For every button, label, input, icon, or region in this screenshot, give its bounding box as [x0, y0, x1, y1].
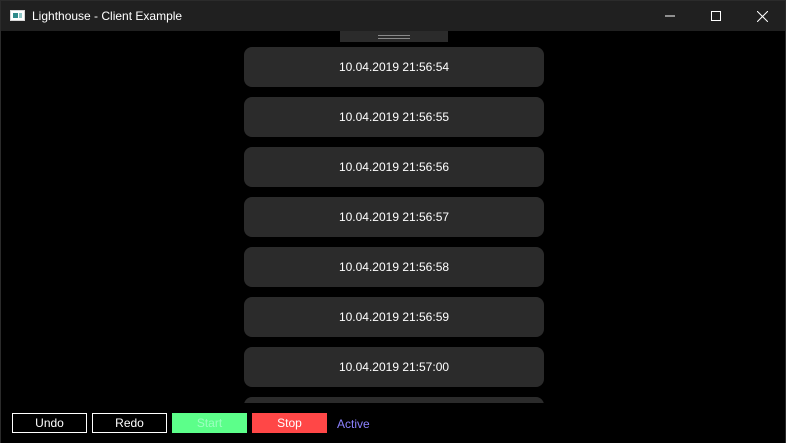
title-bar[interactable]: Lighthouse - Client Example [1, 1, 785, 31]
close-icon [756, 10, 768, 22]
list-item[interactable]: 10.04.2019 21:57:00 [244, 347, 544, 387]
minimize-icon [665, 15, 675, 17]
start-button[interactable]: Start [172, 413, 247, 433]
undo-button[interactable]: Undo [12, 413, 87, 433]
drag-handle-grip-line [378, 38, 410, 39]
stop-button[interactable]: Stop [252, 413, 327, 433]
list-item[interactable]: 10.04.2019 21:56:55 [244, 97, 544, 137]
maximize-icon [711, 11, 721, 21]
bottom-toolbar: Undo Redo Start Stop Active [1, 403, 785, 443]
list-item[interactable]: 10.04.2019 21:56:56 [244, 147, 544, 187]
app-window-icon [10, 10, 25, 21]
maximize-button[interactable] [693, 1, 739, 31]
app-window: Lighthouse - Client Example 10.04.2019 2… [0, 0, 786, 443]
redo-button[interactable]: Redo [92, 413, 167, 433]
timestamp-list[interactable]: 10.04.2019 21:56:54 10.04.2019 21:56:55 … [244, 47, 544, 403]
drag-handle-grip-line [378, 35, 410, 36]
status-label: Active [337, 417, 370, 431]
drag-handle[interactable] [340, 31, 448, 42]
list-item[interactable]: 10.04.2019 21:56:57 [244, 197, 544, 237]
list-item[interactable]: 10.04.2019 21:56:59 [244, 297, 544, 337]
content-area: 10.04.2019 21:56:54 10.04.2019 21:56:55 … [1, 31, 785, 403]
window-title: Lighthouse - Client Example [32, 9, 183, 23]
list-item[interactable]: 10.04.2019 21:56:54 [244, 47, 544, 87]
minimize-button[interactable] [647, 1, 693, 31]
close-button[interactable] [739, 1, 785, 31]
list-item[interactable]: 10.04.2019 21:56:58 [244, 247, 544, 287]
